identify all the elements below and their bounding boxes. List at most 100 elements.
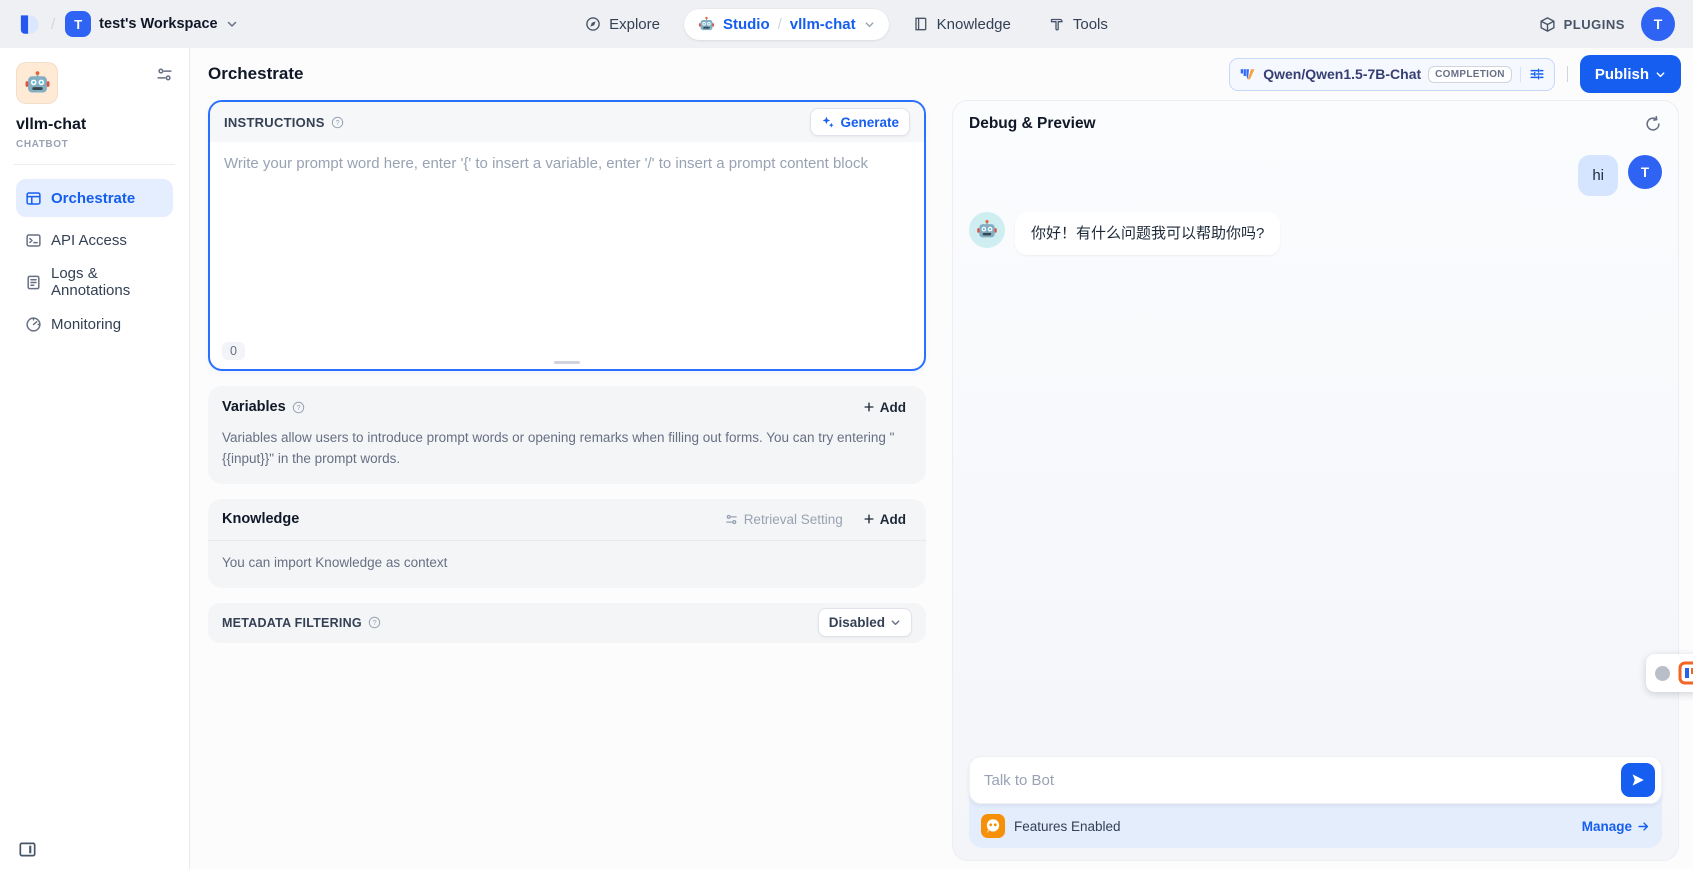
terminal-icon bbox=[25, 232, 42, 249]
publish-button[interactable]: Publish bbox=[1580, 55, 1681, 93]
plus-icon bbox=[863, 513, 875, 525]
nav-tools-label: Tools bbox=[1073, 16, 1108, 33]
nav-studio-label: Studio bbox=[723, 16, 770, 33]
sidebar-item-logs-annotations[interactable]: Logs & Annotations bbox=[16, 263, 173, 301]
arrow-right-icon bbox=[1637, 820, 1650, 833]
extension-dot-icon bbox=[1655, 666, 1670, 681]
metadata-filtering-toggle[interactable]: Disabled bbox=[818, 608, 912, 637]
nav-explore-label: Explore bbox=[609, 16, 660, 33]
variables-description: Variables allow users to introduce promp… bbox=[208, 428, 926, 484]
main-content: Orchestrate Qwen/Qwen1.5-7B-Chat COMPLET… bbox=[190, 48, 1693, 869]
add-knowledge-button[interactable]: Add bbox=[857, 508, 912, 531]
publish-label: Publish bbox=[1595, 66, 1649, 83]
extension-logo-icon bbox=[1678, 661, 1693, 685]
orchestrate-icon bbox=[25, 190, 42, 207]
knowledge-title: Knowledge bbox=[222, 511, 299, 527]
sidebar-menu: Orchestrate API Access Logs & Annotation… bbox=[16, 179, 173, 343]
nav-knowledge[interactable]: Knowledge bbox=[899, 8, 1025, 41]
app-operations-icon[interactable] bbox=[156, 66, 173, 83]
app-name: vllm-chat bbox=[16, 116, 173, 134]
nav-explore[interactable]: Explore bbox=[571, 8, 674, 41]
sidebar-item-label: Logs & Annotations bbox=[51, 265, 164, 299]
sidebar-item-label: Orchestrate bbox=[51, 190, 135, 207]
collapse-sidebar-icon[interactable] bbox=[18, 840, 37, 859]
help-icon[interactable]: ? bbox=[331, 116, 344, 129]
retrieval-setting-label: Retrieval Setting bbox=[744, 512, 843, 527]
manage-features-button[interactable]: Manage bbox=[1582, 819, 1650, 834]
studio-breadcrumb-separator: / bbox=[778, 16, 782, 33]
browser-extension-widget[interactable] bbox=[1646, 654, 1693, 692]
retrieval-sliders-icon bbox=[725, 513, 738, 526]
orchestrate-config-column: INSTRUCTIONS ? Generate bbox=[208, 100, 926, 861]
assistant-message-bubble: 你好！有什么问题我可以帮助你吗? bbox=[1015, 212, 1280, 255]
debug-preview-title: Debug & Preview bbox=[969, 115, 1096, 133]
chevron-down-icon bbox=[226, 18, 238, 30]
chevron-down-icon bbox=[1655, 69, 1666, 80]
explore-icon bbox=[585, 16, 601, 32]
plugins-label: PLUGINS bbox=[1564, 17, 1625, 32]
generate-label: Generate bbox=[840, 115, 899, 130]
svg-text:?: ? bbox=[372, 618, 376, 627]
hammer-icon bbox=[1049, 16, 1065, 32]
manage-label: Manage bbox=[1582, 819, 1632, 834]
add-label: Add bbox=[880, 512, 906, 527]
help-icon[interactable]: ? bbox=[292, 401, 305, 414]
add-variable-button[interactable]: Add bbox=[857, 396, 912, 419]
vllm-logo-icon bbox=[1239, 66, 1256, 83]
sparkles-icon bbox=[821, 115, 835, 129]
top-navigation: / T test's Workspace Explore Studio / vl… bbox=[0, 0, 1693, 48]
nav-studio[interactable]: Studio / vllm-chat bbox=[684, 9, 889, 40]
document-icon bbox=[25, 274, 42, 291]
chat-input[interactable] bbox=[969, 756, 1662, 804]
variables-title: Variables bbox=[222, 399, 286, 415]
user-message-bubble: hi bbox=[1578, 155, 1618, 196]
model-selector[interactable]: Qwen/Qwen1.5-7B-Chat COMPLETION bbox=[1229, 58, 1555, 91]
chat-footer: Features Enabled Manage bbox=[953, 746, 1678, 860]
help-icon[interactable]: ? bbox=[368, 616, 381, 629]
plugins-button[interactable]: PLUGINS bbox=[1539, 16, 1625, 33]
add-label: Add bbox=[880, 400, 906, 415]
sidebar-item-orchestrate[interactable]: Orchestrate bbox=[16, 179, 173, 217]
restart-conversation-icon[interactable] bbox=[1644, 115, 1662, 133]
main-nav: Explore Studio / vllm-chat Knowledge Too… bbox=[571, 8, 1122, 41]
nav-left: / T test's Workspace bbox=[18, 11, 348, 37]
app-icon[interactable] bbox=[16, 62, 58, 104]
book-icon bbox=[913, 16, 929, 32]
chat-message-user: hi T bbox=[969, 155, 1662, 196]
robot-icon bbox=[698, 16, 715, 33]
metadata-filtering-row: METADATA FILTERING ? Disabled bbox=[208, 603, 926, 643]
sidebar-item-label: Monitoring bbox=[51, 316, 121, 333]
gauge-icon bbox=[25, 316, 42, 333]
pill-separator bbox=[1520, 67, 1521, 82]
model-name: Qwen/Qwen1.5-7B-Chat bbox=[1263, 66, 1421, 82]
svg-text:?: ? bbox=[335, 118, 339, 127]
model-mode-badge: COMPLETION bbox=[1428, 66, 1512, 83]
generate-button[interactable]: Generate bbox=[810, 108, 910, 136]
knowledge-card: Knowledge Retrieval Setting bbox=[208, 499, 926, 588]
user-chat-avatar: T bbox=[1628, 155, 1662, 189]
workspace-name: test's Workspace bbox=[99, 16, 217, 32]
chat-message-list: hi T 你好！有什么问题我可以帮助你吗? bbox=[953, 147, 1678, 746]
dify-logo[interactable] bbox=[18, 13, 41, 36]
bot-chat-avatar bbox=[969, 212, 1005, 248]
nav-tools[interactable]: Tools bbox=[1035, 8, 1122, 41]
user-avatar[interactable]: T bbox=[1641, 7, 1675, 41]
app-type-label: CHATBOT bbox=[16, 139, 173, 150]
variables-card: Variables ? Add Variables allow u bbox=[208, 386, 926, 484]
model-parameters-icon[interactable] bbox=[1529, 66, 1545, 82]
workspace-selector[interactable]: T test's Workspace bbox=[65, 11, 237, 37]
sidebar-item-monitoring[interactable]: Monitoring bbox=[16, 305, 173, 343]
sidebar-item-label: API Access bbox=[51, 232, 127, 249]
character-count: 0 bbox=[222, 342, 245, 360]
send-message-button[interactable] bbox=[1621, 763, 1655, 797]
metadata-filtering-value: Disabled bbox=[829, 615, 885, 630]
retrieval-setting-button[interactable]: Retrieval Setting bbox=[725, 512, 843, 527]
header-divider bbox=[1567, 66, 1568, 82]
features-enabled-label: Features Enabled bbox=[1014, 819, 1121, 834]
sidebar-item-api-access[interactable]: API Access bbox=[16, 221, 173, 259]
instructions-title: INSTRUCTIONS bbox=[224, 115, 325, 130]
breadcrumb-separator: / bbox=[51, 16, 55, 33]
instructions-textarea[interactable] bbox=[214, 146, 920, 328]
chat-message-assistant: 你好！有什么问题我可以帮助你吗? bbox=[969, 212, 1662, 255]
resize-handle[interactable] bbox=[554, 361, 580, 364]
